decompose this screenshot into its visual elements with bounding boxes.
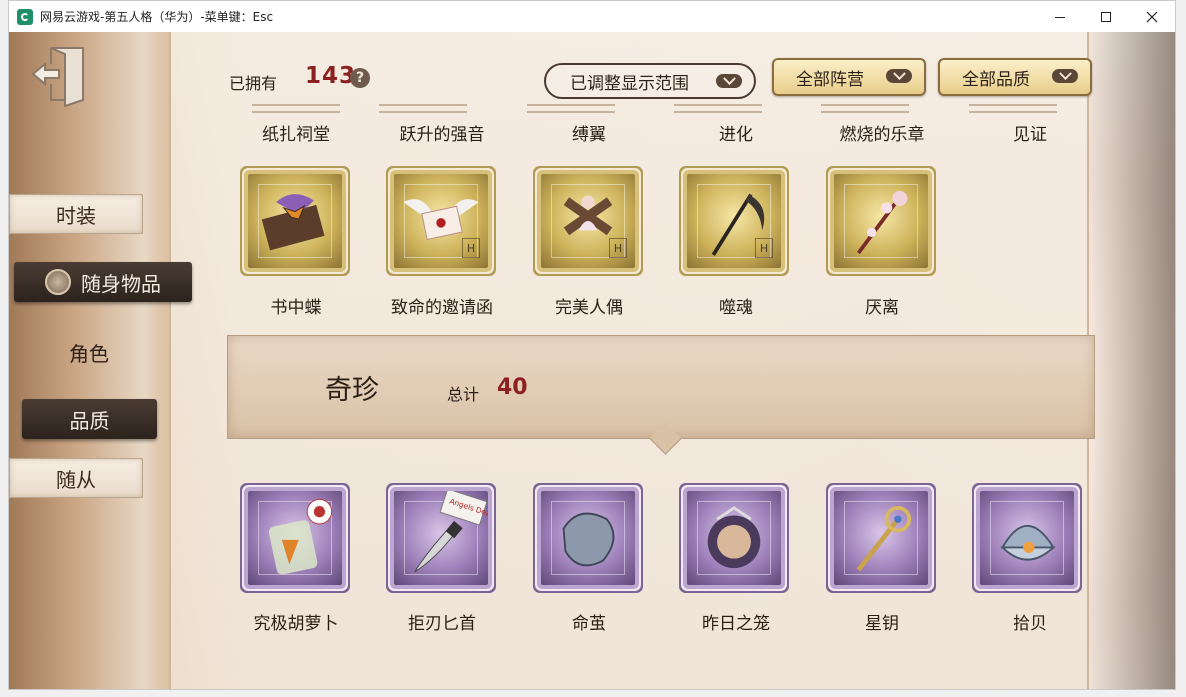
item-label[interactable]: 拾贝 [955, 609, 1105, 634]
item-card-butterfly-book[interactable] [235, 161, 355, 281]
item-edge [674, 104, 762, 113]
item-label[interactable]: 纸扎祠堂 [221, 120, 371, 145]
item-label[interactable]: 完美人偶 [514, 293, 664, 318]
tab-fashion[interactable]: 时装 [9, 194, 143, 234]
item-label[interactable]: 书中蝶 [221, 293, 371, 318]
item-edge [252, 104, 340, 113]
item-label[interactable]: 星钥 [807, 609, 957, 634]
camp-dropdown-label: 全部阵营 [796, 69, 864, 90]
item-edge [527, 104, 615, 113]
item-label[interactable]: 跃升的强音 [367, 120, 517, 145]
item-card-invitation[interactable]: H [381, 161, 501, 281]
rarity-tag: H [609, 238, 627, 258]
category-total-label: 总计 [447, 385, 480, 404]
rarity-tag: H [755, 238, 773, 258]
cage-icon [707, 506, 761, 569]
item-label[interactable]: 噬魂 [661, 293, 811, 318]
item-label[interactable]: 进化 [661, 120, 811, 145]
dagger-sign-icon: Angels Death [414, 491, 488, 573]
shell-pearl-icon [1000, 524, 1056, 561]
tab-quality-label: 品质 [69, 408, 110, 433]
butterfly-book-icon [261, 194, 325, 251]
tab-followers-label: 随从 [56, 467, 96, 492]
item-label[interactable]: 命茧 [514, 609, 664, 634]
chevron-down-icon [716, 74, 742, 88]
camp-dropdown[interactable]: 全部阵营 [772, 58, 926, 96]
minimize-button[interactable] [1037, 1, 1083, 32]
item-label[interactable]: 究极胡萝卜 [221, 609, 371, 634]
item-card-refusal-dagger[interactable]: Angels Death [381, 478, 501, 598]
item-card-yesterday-cage[interactable] [674, 478, 794, 598]
tab-followers[interactable]: 随从 [9, 458, 143, 498]
tab-character[interactable]: 角色 [39, 332, 139, 372]
item-card-star-key[interactable] [821, 478, 941, 598]
item-card-ultimate-carrot[interactable] [235, 478, 355, 598]
item-edge [379, 104, 467, 113]
chevron-down-icon [1052, 69, 1078, 83]
owned-count: 143 [305, 63, 357, 89]
display-range-label: 已调整显示范围 [570, 73, 689, 94]
tab-fashion-label: 时装 [56, 203, 96, 228]
tab-quality[interactable]: 品质 [22, 399, 157, 439]
item-card-fate-cocoon[interactable] [528, 478, 648, 598]
item-label[interactable]: 厌离 [807, 293, 957, 318]
exit-icon[interactable] [29, 44, 89, 108]
item-label[interactable]: 缚翼 [514, 120, 664, 145]
category-total: 40 [497, 375, 528, 400]
close-button[interactable] [1129, 1, 1175, 32]
item-card-shell-picker[interactable] [967, 478, 1087, 598]
window-title: 网易云游戏-第五人格（华为）-菜单键：Esc [40, 10, 274, 24]
item-label[interactable]: 致命的邀请函 [367, 293, 517, 318]
carrot-jar-icon [268, 498, 333, 575]
owned-label: 已拥有 [229, 74, 278, 93]
display-range-dropdown[interactable]: 已调整显示范围 [544, 63, 756, 99]
chevron-down-icon [886, 69, 912, 83]
accessory-emblem-icon [45, 269, 71, 295]
item-card-soul-reaper[interactable]: H [674, 161, 794, 281]
tab-accessories[interactable]: 随身物品 [14, 262, 192, 302]
tab-accessories-label: 随身物品 [81, 271, 161, 296]
item-label[interactable]: 见证 [955, 120, 1105, 145]
app-window: 网易云游戏-第五人格（华为）-菜单键：Esc 时装 随身物品 角色 品质 随从 … [8, 0, 1176, 690]
quality-dropdown-label: 全部品质 [962, 69, 1030, 90]
item-edge [969, 104, 1057, 113]
game-viewport: 时装 随身物品 角色 品质 随从 已拥有 143 ? 已调整显示范围 全部阵营 … [9, 32, 1175, 689]
help-icon[interactable]: ? [350, 68, 370, 88]
item-label[interactable]: 燃烧的乐章 [807, 120, 957, 145]
item-label[interactable]: 昨日之笼 [661, 609, 811, 634]
item-card-aversion[interactable] [821, 161, 941, 281]
minimize-icon [1055, 16, 1065, 18]
title-bar: 网易云游戏-第五人格（华为）-菜单键：Esc [9, 1, 1175, 32]
maximize-button[interactable] [1083, 1, 1129, 32]
tab-character-label: 角色 [69, 341, 109, 366]
item-label[interactable]: 拒刃匕首 [367, 609, 517, 634]
star-key-icon [856, 506, 912, 572]
maximize-icon [1101, 11, 1111, 22]
close-icon [1146, 11, 1158, 22]
item-edge [821, 104, 909, 113]
quality-dropdown[interactable]: 全部品质 [938, 58, 1092, 96]
category-title: 奇珍 [325, 375, 379, 406]
floral-staff-icon [856, 190, 908, 255]
item-card-perfect-doll[interactable]: H [528, 161, 648, 281]
app-logo-icon [17, 8, 33, 25]
rarity-tag: H [462, 238, 480, 258]
cocoon-icon [562, 512, 615, 567]
